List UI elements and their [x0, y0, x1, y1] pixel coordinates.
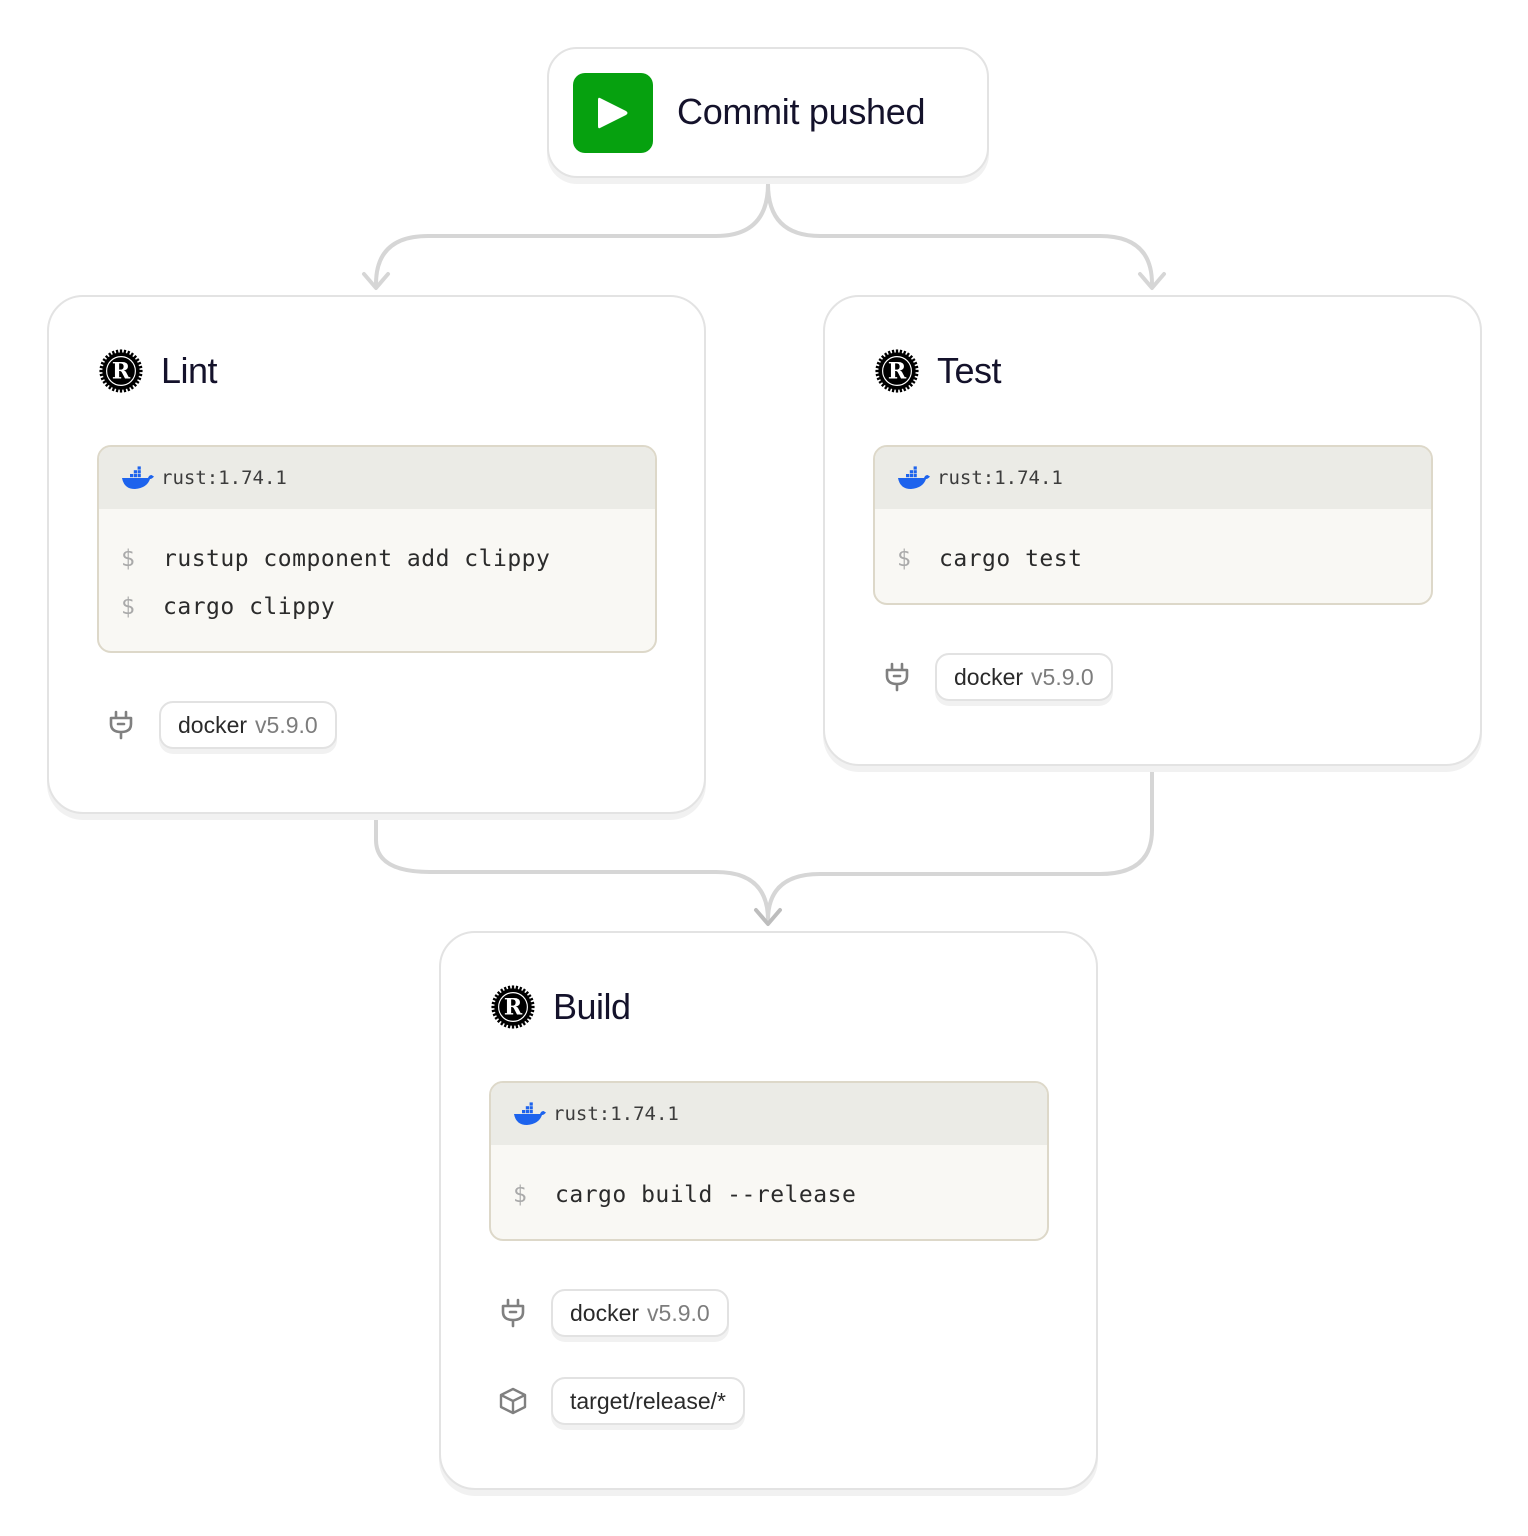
trigger-card-commit-pushed[interactable]: Commit pushed [547, 47, 989, 178]
arrow-head-build [754, 908, 782, 926]
command-list: $ cargo test [875, 509, 1431, 583]
artifact-path: target/release/* [570, 1387, 726, 1414]
plugin-name: docker [954, 663, 1024, 690]
plugin-version: v5.9.0 [1031, 663, 1094, 690]
plugin-pill-docker[interactable]: docker v5.9.0 [935, 653, 1113, 701]
prompt-symbol: $ [121, 594, 136, 620]
image-header: rust:1.74.1 [875, 447, 1431, 509]
prompt-symbol: $ [121, 546, 136, 572]
plugin-pill-docker[interactable]: docker v5.9.0 [159, 701, 337, 749]
rust-icon: R [875, 349, 919, 393]
plugin-row: docker v5.9.0 [105, 701, 337, 749]
job-title-build: Build [553, 986, 631, 1027]
job-title-test: Test [937, 350, 1002, 391]
command-line: $ cargo clippy [121, 583, 655, 631]
plugin-version: v5.9.0 [255, 711, 318, 738]
docker-icon [122, 466, 154, 489]
container-image-box: rust:1.74.1 $ cargo test [873, 445, 1433, 605]
arrow-head-test [1138, 272, 1166, 290]
job-card-build[interactable]: R Build rust:1.74.1 $ cargo build --rele… [439, 931, 1098, 1490]
command-text: cargo test [939, 546, 1083, 572]
container-image-box: rust:1.74.1 $ rustup component add clipp… [97, 445, 657, 653]
docker-icon [514, 1102, 546, 1125]
command-text: rustup component add clippy [163, 546, 551, 572]
plug-icon [497, 1297, 529, 1329]
plugin-name: docker [570, 1299, 640, 1326]
plugin-name: docker [178, 711, 248, 738]
arrow-head-lint [362, 272, 390, 290]
play-icon [573, 73, 653, 153]
command-text: cargo clippy [163, 594, 336, 620]
plugin-row: docker v5.9.0 [881, 653, 1113, 701]
job-header: R Lint [98, 348, 218, 394]
edge-test-to-build [766, 770, 1154, 922]
command-list: $ rustup component add clippy $ cargo cl… [99, 509, 655, 631]
job-title-lint: Lint [161, 350, 218, 391]
command-line: $ cargo test [897, 535, 1431, 583]
edge-trigger-to-test [766, 182, 1154, 286]
plug-icon [881, 661, 913, 693]
job-header: R Test [874, 348, 1002, 394]
image-name: rust:1.74.1 [937, 467, 1063, 489]
svg-text:R: R [504, 995, 523, 1021]
image-name: rust:1.74.1 [553, 1103, 679, 1125]
edge-trigger-to-lint [374, 182, 770, 286]
package-icon [497, 1385, 529, 1417]
image-name: rust:1.74.1 [161, 467, 287, 489]
command-text: cargo build --release [555, 1182, 857, 1208]
image-header: rust:1.74.1 [491, 1083, 1047, 1145]
artifact-row: target/release/* [497, 1377, 745, 1425]
artifact-pill[interactable]: target/release/* [551, 1377, 745, 1425]
image-header: rust:1.74.1 [99, 447, 655, 509]
job-card-lint[interactable]: R Lint rust:1.74.1 $ rustup component ad… [47, 295, 706, 814]
job-header: R Build [490, 984, 631, 1030]
svg-text:R: R [888, 359, 907, 385]
plugin-version: v5.9.0 [647, 1299, 710, 1326]
container-image-box: rust:1.74.1 $ cargo build --release [489, 1081, 1049, 1241]
trigger-title: Commit pushed [677, 91, 926, 132]
rust-icon: R [99, 349, 143, 393]
edge-lint-to-build [374, 818, 770, 922]
prompt-symbol: $ [897, 546, 912, 572]
plugin-row: docker v5.9.0 [497, 1289, 729, 1337]
docker-icon [898, 466, 930, 489]
svg-text:R: R [112, 359, 131, 385]
command-line: $ rustup component add clippy [121, 535, 655, 583]
job-card-test[interactable]: R Test rust:1.74.1 $ cargo test docker v… [823, 295, 1482, 766]
prompt-symbol: $ [513, 1182, 528, 1208]
rust-icon: R [491, 985, 535, 1029]
command-line: $ cargo build --release [513, 1171, 1047, 1219]
command-list: $ cargo build --release [491, 1145, 1047, 1219]
plugin-pill-docker[interactable]: docker v5.9.0 [551, 1289, 729, 1337]
plug-icon [105, 709, 137, 741]
